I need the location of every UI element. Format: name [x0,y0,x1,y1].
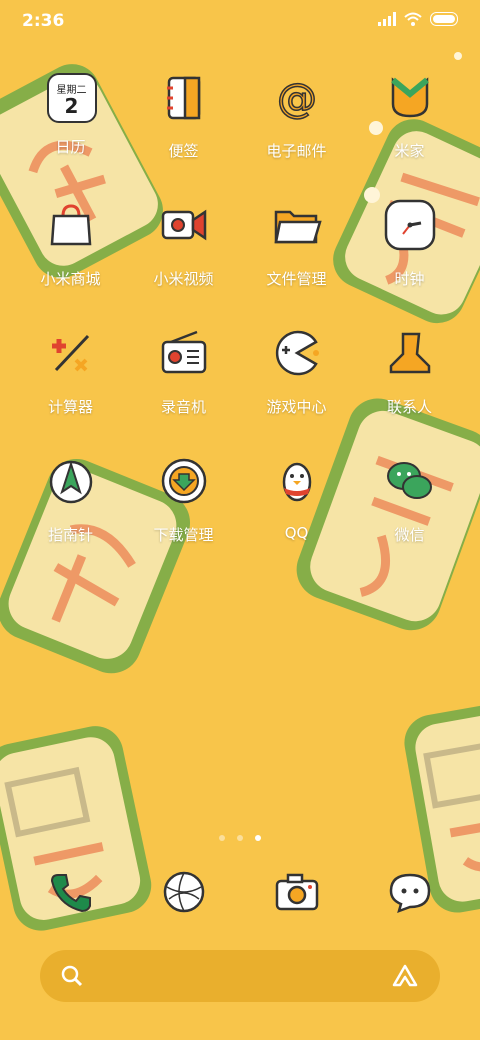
dock-browser[interactable] [127,862,240,922]
page-dot[interactable] [237,835,243,841]
clock-icon [384,199,435,251]
battery-icon [430,12,458,26]
email-icon: @ [276,75,318,123]
wifi-icon [404,12,422,26]
app-mi-video[interactable]: 小米视频 [127,198,240,289]
app-mijia[interactable]: 米家 [353,70,466,161]
download-icon [161,458,206,504]
signal-icon [378,12,396,26]
app-wechat[interactable]: 微信 [353,454,466,545]
phone-icon [50,874,91,913]
dock [14,862,466,922]
app-calendar[interactable]: 星期二 2 日历 [14,70,127,157]
search-bar[interactable] [40,950,440,1002]
app-recorder[interactable]: 录音机 [127,326,240,417]
app-label: 微信 [394,526,425,544]
calendar-icon: 星期二 2 [44,70,98,124]
status-time: 2:36 [22,11,65,31]
page-indicator [0,826,480,845]
game-controller-icon [275,330,319,376]
search-icon [61,965,83,987]
calculator-icon [51,334,89,372]
app-label: 时钟 [394,270,425,288]
status-bar: 2:36 [0,0,480,42]
notes-icon [166,76,200,120]
app-label: 计算器 [47,398,93,416]
shopping-bag-icon [50,204,91,246]
app-label: 小米视频 [153,270,214,288]
radio-recorder-icon [161,330,206,374]
app-label: 录音机 [160,398,206,416]
app-label: 小米商城 [40,270,101,288]
dock-messages[interactable] [353,862,466,922]
app-label: 指南针 [47,526,93,544]
assistant-icon[interactable] [392,964,418,988]
dock-phone[interactable] [14,862,127,922]
app-label: 下载管理 [153,526,214,544]
app-label: 游戏中心 [266,398,327,416]
page-dot[interactable] [219,835,225,841]
calendar-day: 2 [64,94,79,118]
camera-icon [275,873,318,911]
app-file-manager[interactable]: 文件管理 [240,198,353,289]
app-download-manager[interactable]: 下载管理 [127,454,240,545]
app-notes[interactable]: 便签 [127,70,240,161]
app-mi-store[interactable]: 小米商城 [14,198,127,289]
app-clock[interactable]: 时钟 [353,198,466,289]
folder-icon [273,210,322,244]
app-compass[interactable]: 指南针 [14,454,127,545]
app-calculator[interactable]: 计算器 [14,326,127,417]
wechat-icon [386,462,432,499]
app-email[interactable]: @ 电子邮件 [240,70,353,161]
video-camera-icon [161,209,206,241]
app-game-center[interactable]: 游戏中心 [240,326,353,417]
app-label: QQ [284,524,309,542]
app-label: 电子邮件 [266,142,327,160]
qq-penguin-icon [282,462,311,502]
app-label: 文件管理 [266,270,327,288]
page-dot-active[interactable] [255,835,261,841]
mijia-icon [390,77,429,118]
app-qq[interactable]: QQ [240,454,353,542]
browser-globe-icon [163,871,204,913]
messages-icon [389,873,430,914]
app-label: 便签 [168,142,199,160]
app-label: 联系人 [386,398,432,416]
app-label: 日历 [55,138,86,156]
dock-camera[interactable] [240,862,353,922]
compass-icon [49,460,92,504]
app-contacts[interactable]: 联系人 [353,326,466,417]
svg-text:@: @ [277,76,317,122]
app-label: 米家 [394,142,425,160]
contact-person-icon [389,332,430,374]
